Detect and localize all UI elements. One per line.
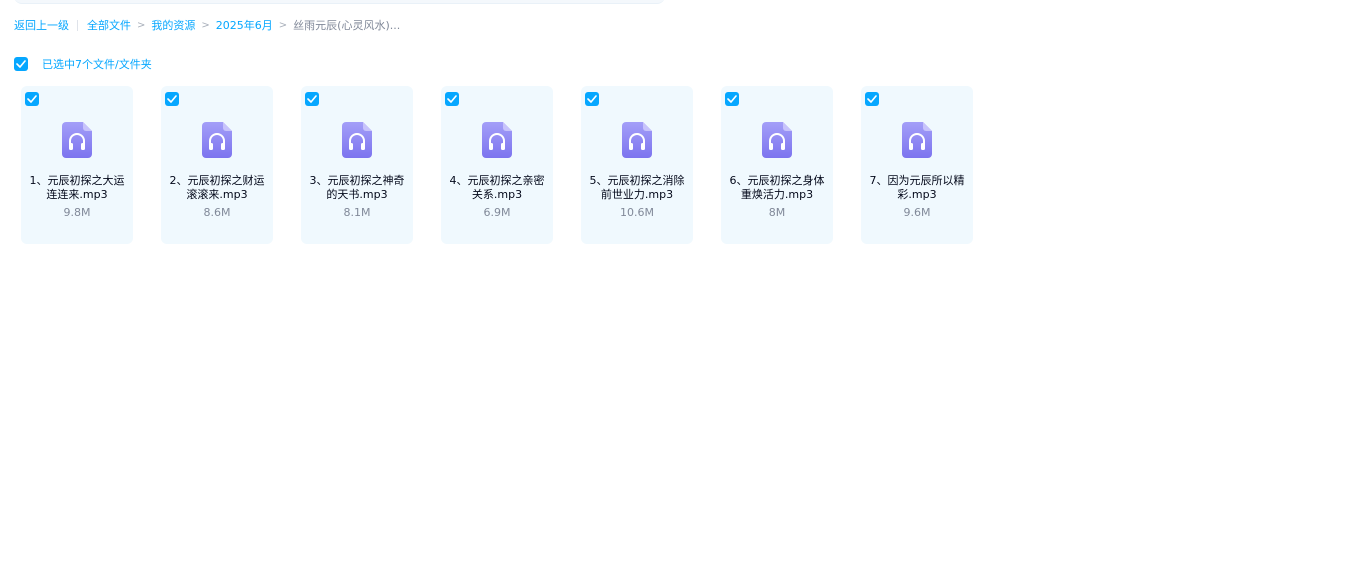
check-icon bbox=[16, 59, 26, 68]
file-card[interactable]: 5、元辰初探之消除前世业力.mp3 10.6M bbox=[581, 86, 693, 244]
check-icon bbox=[307, 95, 317, 103]
file-size: 9.8M bbox=[63, 206, 91, 219]
audio-file-icon bbox=[622, 122, 652, 158]
file-name: 7、因为元辰所以精彩.mp3 bbox=[869, 174, 965, 201]
file-checkbox[interactable] bbox=[165, 92, 179, 106]
check-icon bbox=[447, 95, 457, 103]
search-bar-edge bbox=[14, 0, 665, 4]
check-icon bbox=[727, 95, 737, 103]
breadcrumb-separator: > bbox=[137, 19, 146, 31]
file-size: 6.9M bbox=[483, 206, 511, 219]
breadcrumb-separator: > bbox=[278, 19, 288, 31]
file-card[interactable]: 7、因为元辰所以精彩.mp3 9.6M bbox=[861, 86, 973, 244]
file-card[interactable]: 2、元辰初探之财运滚滚来.mp3 8.6M bbox=[161, 86, 273, 244]
breadcrumb-item-my-resources[interactable]: 我的资源 bbox=[151, 17, 195, 33]
file-checkbox[interactable] bbox=[445, 92, 459, 106]
file-card[interactable]: 1、元辰初探之大运连连来.mp3 9.8M bbox=[21, 86, 133, 244]
file-name: 3、元辰初探之神奇的天书.mp3 bbox=[309, 174, 405, 201]
file-checkbox[interactable] bbox=[725, 92, 739, 106]
file-card[interactable]: 4、元辰初探之亲密关系.mp3 6.9M bbox=[441, 86, 553, 244]
breadcrumb: 返回上一级 全部文件 > 我的资源 > 2025年6月 > 丝雨元辰(心灵风水)… bbox=[14, 17, 400, 33]
file-name: 2、元辰初探之财运滚滚来.mp3 bbox=[169, 174, 265, 201]
file-card[interactable]: 6、元辰初探之身体重焕活力.mp3 8M bbox=[721, 86, 833, 244]
file-name: 1、元辰初探之大运连连来.mp3 bbox=[29, 174, 125, 201]
audio-file-icon bbox=[762, 122, 792, 158]
check-icon bbox=[167, 95, 177, 103]
file-name: 6、元辰初探之身体重焕活力.mp3 bbox=[729, 174, 825, 201]
file-browser-page: 返回上一级 全部文件 > 我的资源 > 2025年6月 > 丝雨元辰(心灵风水)… bbox=[0, 0, 1358, 578]
breadcrumb-separator: > bbox=[201, 19, 210, 31]
file-checkbox[interactable] bbox=[585, 92, 599, 106]
file-size: 8.6M bbox=[203, 206, 231, 219]
audio-file-icon bbox=[62, 122, 92, 158]
breadcrumb-divider bbox=[77, 19, 78, 31]
audio-file-icon bbox=[342, 122, 372, 158]
breadcrumb-item-month-folder[interactable]: 2025年6月 bbox=[216, 17, 273, 33]
breadcrumb-item-all-files[interactable]: 全部文件 bbox=[87, 17, 131, 33]
selection-count-label: 已选中7个文件/文件夹 bbox=[42, 57, 152, 71]
breadcrumb-current-folder: 丝雨元辰(心灵风水)... bbox=[293, 19, 401, 32]
file-size: 10.6M bbox=[620, 206, 654, 219]
file-name: 5、元辰初探之消除前世业力.mp3 bbox=[589, 174, 685, 201]
file-grid: 1、元辰初探之大运连连来.mp3 9.8M 2、元辰初探之财运滚滚来.mp3 8… bbox=[21, 86, 1001, 244]
check-icon bbox=[27, 95, 37, 103]
back-link[interactable]: 返回上一级 bbox=[14, 17, 69, 33]
file-size: 8M bbox=[768, 206, 786, 219]
file-checkbox[interactable] bbox=[305, 92, 319, 106]
file-card[interactable]: 3、元辰初探之神奇的天书.mp3 8.1M bbox=[301, 86, 413, 244]
select-all-row: 已选中7个文件/文件夹 bbox=[14, 56, 152, 71]
file-checkbox[interactable] bbox=[865, 92, 879, 106]
check-icon bbox=[867, 95, 877, 103]
file-size: 9.6M bbox=[903, 206, 931, 219]
file-name: 4、元辰初探之亲密关系.mp3 bbox=[449, 174, 545, 201]
audio-file-icon bbox=[482, 122, 512, 158]
audio-file-icon bbox=[902, 122, 932, 158]
audio-file-icon bbox=[202, 122, 232, 158]
select-all-checkbox[interactable] bbox=[14, 56, 28, 71]
file-checkbox[interactable] bbox=[25, 92, 39, 106]
file-size: 8.1M bbox=[343, 206, 371, 219]
check-icon bbox=[587, 95, 597, 103]
